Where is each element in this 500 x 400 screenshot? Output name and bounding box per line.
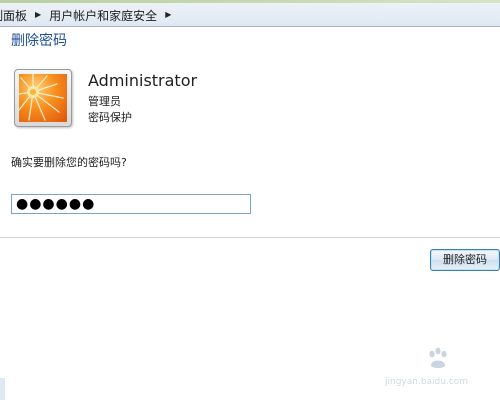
user-name: Administrator [88, 71, 198, 90]
user-role: 管理员 [88, 95, 121, 108]
flower-picture-icon [19, 74, 67, 122]
password-status: 密码保护 [88, 111, 132, 124]
chevron-right-icon[interactable]: ▶ [165, 7, 171, 23]
divider [0, 237, 500, 238]
breadcrumb-item-user-accounts[interactable]: 用户帐户和家庭安全 [49, 7, 159, 24]
avatar [14, 69, 72, 127]
delete-password-button[interactable]: 删除密码 [430, 249, 500, 271]
watermark-logo: jingyan.baidu.com [385, 346, 495, 396]
watermark-url: jingyan.baidu.com [385, 377, 469, 387]
paw-icon [429, 347, 447, 368]
password-field[interactable]: ●●●●●● [11, 194, 251, 214]
confirm-question: 确实要删除您的密码吗? [11, 156, 127, 169]
breadcrumb-bar: 制面板 ▶ 用户帐户和家庭安全 ▶ [0, 0, 500, 27]
chevron-right-icon[interactable]: ▶ [35, 7, 41, 23]
page-title: 删除密码 [11, 33, 67, 49]
window-top-strip [0, 0, 500, 3]
breadcrumb-item-control-panel[interactable]: 制面板 [0, 7, 29, 24]
breadcrumb: 制面板 ▶ 用户帐户和家庭安全 ▶ [0, 7, 179, 23]
window-edge-fragment [0, 378, 5, 400]
